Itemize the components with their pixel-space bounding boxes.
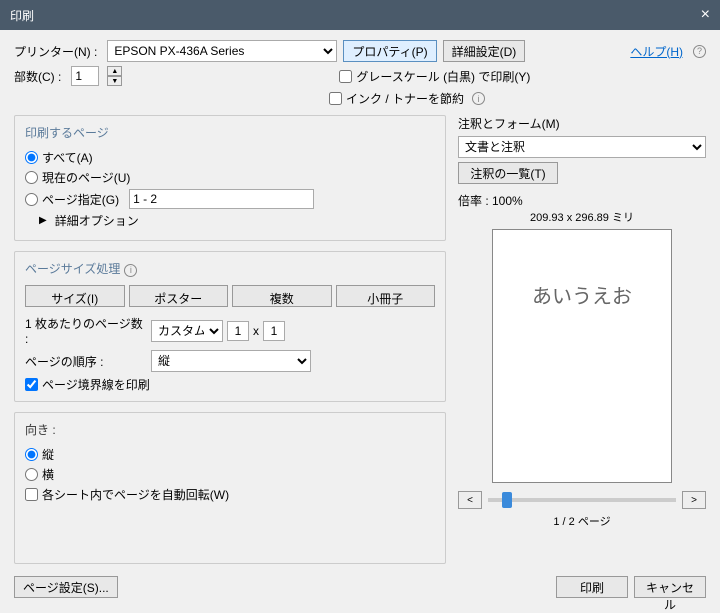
zoom-label: 倍率 : 100%	[458, 192, 702, 209]
cancel-button[interactable]: キャンセル	[634, 576, 706, 598]
range-more-label[interactable]: 詳細オプション	[55, 212, 139, 229]
orient-portrait-label: 縦	[42, 446, 54, 463]
range-pages-input[interactable]	[129, 189, 314, 209]
preview-slider[interactable]	[488, 498, 676, 502]
copies-up-button[interactable]: ▲	[107, 66, 122, 76]
advanced-button[interactable]: 詳細設定(D)	[443, 40, 526, 62]
orient-title: 向き :	[25, 421, 435, 438]
multi-tab-button[interactable]: 複数	[232, 285, 332, 307]
range-all-radio[interactable]	[25, 151, 38, 164]
preview-content: あいうえお	[532, 280, 632, 309]
printer-label: プリンター(N) :	[14, 43, 97, 60]
range-current-radio[interactable]	[25, 171, 38, 184]
preview-dim: 209.93 x 296.89 ミリ	[530, 209, 634, 225]
orient-landscape-radio[interactable]	[25, 468, 38, 481]
border-label: ページ境界線を印刷	[42, 376, 150, 393]
range-all-label: すべて(A)	[42, 149, 93, 166]
orient-portrait-radio[interactable]	[25, 448, 38, 461]
help-info-icon[interactable]: ?	[693, 45, 706, 58]
autorotate-label: 各シート内でページを自動回転(W)	[42, 486, 229, 503]
pages-x-input[interactable]	[227, 321, 249, 341]
comments-select[interactable]: 文書と注釈	[458, 136, 706, 158]
savetoner-checkbox[interactable]	[329, 92, 342, 105]
range-title: 印刷するページ	[25, 124, 435, 141]
printer-select[interactable]: EPSON PX-436A Series	[107, 40, 337, 62]
comments-title: 注釈とフォーム(M)	[458, 115, 702, 132]
disclosure-icon[interactable]: ▶	[39, 215, 47, 226]
preview-page-count: 1 / 2 ページ	[553, 513, 610, 529]
x-label: x	[253, 324, 259, 338]
poster-tab-button[interactable]: ポスター	[129, 285, 229, 307]
copies-input[interactable]	[71, 66, 99, 86]
perpage-label: 1 枚あたりのページ数 :	[25, 315, 143, 346]
page-setup-button[interactable]: ページ設定(S)...	[14, 576, 118, 598]
help-link[interactable]: ヘルプ(H)	[630, 43, 683, 60]
range-pages-radio[interactable]	[25, 193, 38, 206]
savetoner-label: インク / トナーを節約	[346, 90, 464, 107]
order-label: ページの順序 :	[25, 353, 143, 370]
range-current-label: 現在のページ(U)	[42, 169, 130, 186]
booklet-tab-button[interactable]: 小冊子	[336, 285, 436, 307]
orient-landscape-label: 横	[42, 466, 54, 483]
grayscale-label: グレースケール (白黒) で印刷(Y)	[356, 68, 530, 85]
savetoner-info-icon[interactable]: i	[472, 92, 485, 105]
preview-page: あいうえお	[492, 229, 672, 483]
preview-prev-button[interactable]: <	[458, 491, 482, 509]
preview-next-button[interactable]: >	[682, 491, 706, 509]
close-icon[interactable]: ×	[701, 6, 710, 24]
size-title: ページサイズ処理i	[25, 260, 435, 277]
dialog-title: 印刷	[10, 7, 34, 24]
range-pages-label: ページ指定(G)	[42, 191, 119, 208]
autorotate-checkbox[interactable]	[25, 488, 38, 501]
border-checkbox[interactable]	[25, 378, 38, 391]
order-select[interactable]: 縦	[151, 350, 311, 372]
copies-down-button[interactable]: ▼	[107, 76, 122, 86]
grayscale-checkbox[interactable]	[339, 70, 352, 83]
size-tab-button[interactable]: サイズ(I)	[25, 285, 125, 307]
comments-list-button[interactable]: 注釈の一覧(T)	[458, 162, 558, 184]
print-button[interactable]: 印刷	[556, 576, 628, 598]
properties-button[interactable]: プロパティ(P)	[343, 40, 436, 62]
pages-y-input[interactable]	[263, 321, 285, 341]
perpage-select[interactable]: カスタム...	[151, 320, 223, 342]
copies-label: 部数(C) :	[14, 68, 61, 85]
size-info-icon[interactable]: i	[124, 264, 137, 277]
